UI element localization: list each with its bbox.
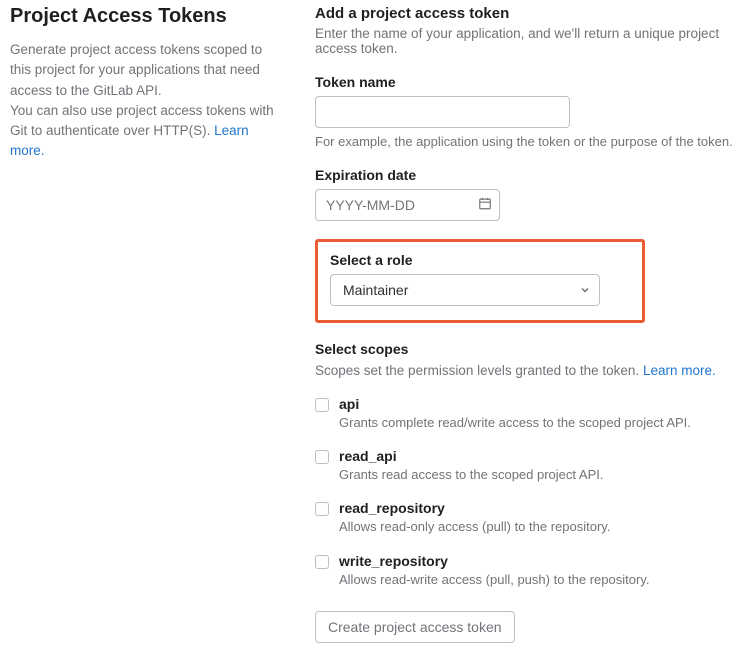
form-subtitle: Enter the name of your application, and … xyxy=(315,26,739,56)
role-label: Select a role xyxy=(330,252,630,268)
sidebar: Project Access Tokens Generate project a… xyxy=(10,5,275,643)
token-name-label: Token name xyxy=(315,74,739,90)
scope-checkbox-read-repository[interactable] xyxy=(315,502,329,516)
scope-item-write-repository: write_repository Allows read-write acces… xyxy=(315,553,739,589)
page-title: Project Access Tokens xyxy=(10,5,275,28)
scope-name: api xyxy=(339,396,739,412)
scopes-description: Scopes set the permission levels granted… xyxy=(315,363,739,378)
token-name-helper: For example, the application using the t… xyxy=(315,134,739,149)
scope-name: read_api xyxy=(339,448,739,464)
main-form: Add a project access token Enter the nam… xyxy=(315,5,739,643)
scope-desc: Grants read access to the scoped project… xyxy=(339,466,739,484)
scope-checkbox-write-repository[interactable] xyxy=(315,555,329,569)
scope-desc: Allows read-only access (pull) to the re… xyxy=(339,518,739,536)
scope-name: write_repository xyxy=(339,553,739,569)
expiration-label: Expiration date xyxy=(315,167,739,183)
scope-checkbox-api[interactable] xyxy=(315,398,329,412)
scope-checkbox-read-api[interactable] xyxy=(315,450,329,464)
scopes-group: Select scopes Scopes set the permission … xyxy=(315,341,739,589)
scopes-learn-more-link[interactable]: Learn more. xyxy=(643,363,716,378)
role-select[interactable]: Maintainer xyxy=(330,274,600,306)
scope-item-read-api: read_api Grants read access to the scope… xyxy=(315,448,739,484)
sidebar-description: Generate project access tokens scoped to… xyxy=(10,40,275,162)
role-highlight-box: Select a role Maintainer xyxy=(315,239,645,323)
expiration-group: Expiration date xyxy=(315,167,739,221)
scope-item-read-repository: read_repository Allows read-only access … xyxy=(315,500,739,536)
scopes-label: Select scopes xyxy=(315,341,739,357)
expiration-input[interactable] xyxy=(315,189,500,221)
scope-desc: Grants complete read/write access to the… xyxy=(339,414,739,432)
scope-desc: Allows read-write access (pull, push) to… xyxy=(339,571,739,589)
token-name-input[interactable] xyxy=(315,96,570,128)
token-name-group: Token name For example, the application … xyxy=(315,74,739,149)
scope-item-api: api Grants complete read/write access to… xyxy=(315,396,739,432)
create-token-button[interactable]: Create project access token xyxy=(315,611,515,643)
scope-name: read_repository xyxy=(339,500,739,516)
form-heading: Add a project access token xyxy=(315,5,739,22)
